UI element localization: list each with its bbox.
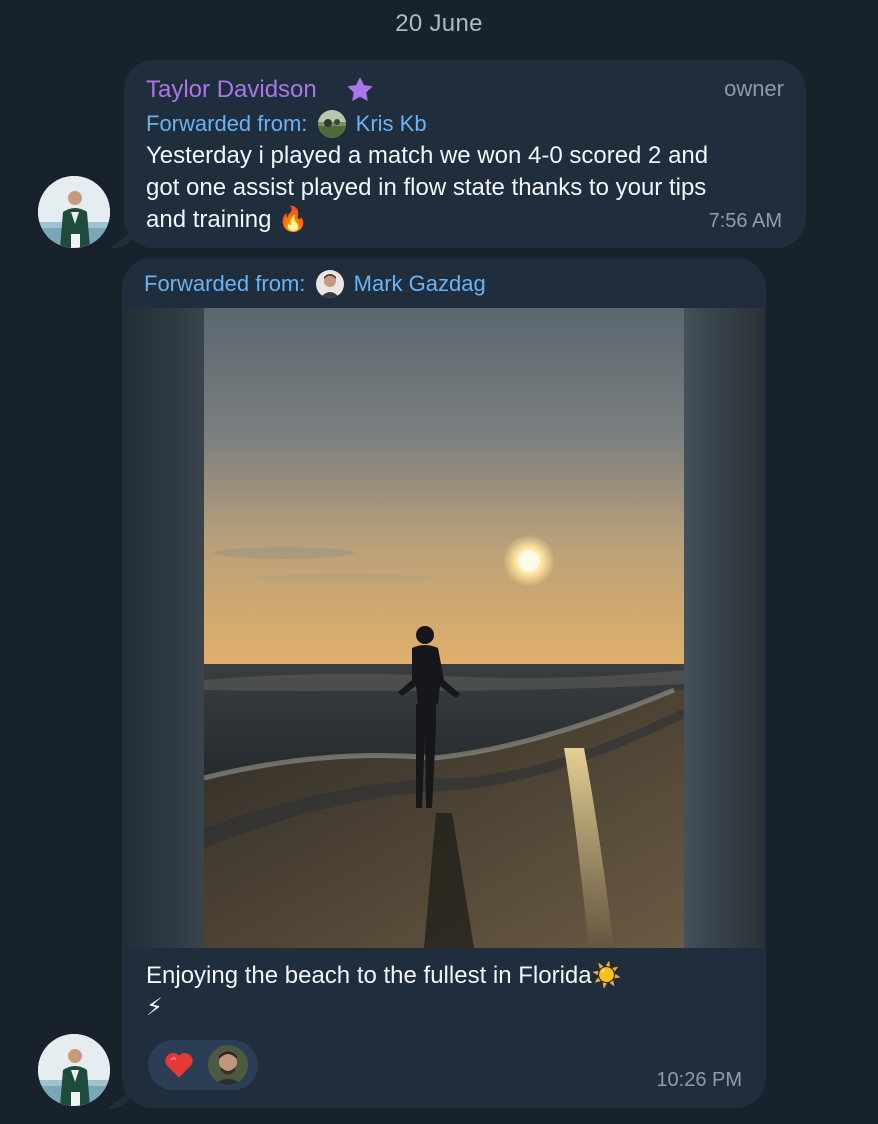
photo-blur-left [124,308,204,948]
heart-icon [165,1053,193,1078]
sender-avatar[interactable] [38,1034,110,1106]
message-time: 10:26 PM [656,1069,742,1091]
date-divider: 20 June [395,10,483,37]
reaction-chip[interactable] [148,1040,258,1090]
forwarded-from[interactable]: Forwarded from: Mark Gazdag [144,270,486,300]
sender-avatar[interactable] [38,176,110,248]
message-line: Yesterday i played a match we won 4-0 sc… [146,142,709,169]
forwarded-label: Forwarded from: [144,271,306,297]
forwarded-avatar [317,110,346,139]
forwarded-name: Mark Gazdag [353,271,486,297]
reactor-avatar[interactable] [208,1045,248,1085]
sender-name[interactable]: Taylor Davidson [146,76,317,104]
message-header: Taylor Davidson owner [146,74,784,108]
message-bubble[interactable]: Taylor Davidson owner Forwarded from: Kr… [124,60,806,248]
forwarded-from[interactable]: Forwarded from: Kris Kb [146,110,427,140]
message-text: Yesterday i played a match we won 4-0 sc… [146,140,708,236]
message-time: 7:56 AM [708,210,782,232]
beach-sunset-photo [204,308,684,948]
photo-blur-right [684,308,764,948]
forwarded-avatar [315,270,344,299]
forwarded-label: Forwarded from: [146,111,308,137]
message-line: got one assist played in flow state than… [146,174,707,201]
caption-line: ⚡ [146,994,163,1021]
message-bubble[interactable]: Forwarded from: Mark Gazdag Enjoying the… [122,258,766,1108]
star-icon [347,77,373,101]
photo-attachment[interactable] [124,308,764,948]
caption-line: Enjoying the beach to the fullest in Flo… [146,962,622,989]
forwarded-name: Kris Kb [355,111,427,137]
chat-view: 20 June Taylor Davidson owner Forwarded … [0,0,878,1124]
message-line: and training 🔥 [146,206,308,233]
photo-caption: Enjoying the beach to the fullest in Flo… [146,960,622,1024]
role-badge: owner [724,76,784,101]
